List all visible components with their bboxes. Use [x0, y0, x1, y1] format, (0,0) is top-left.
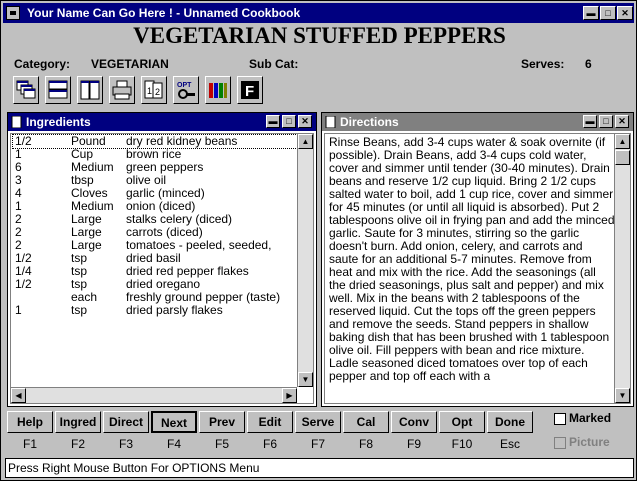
- function-key-label: F9: [406, 437, 421, 451]
- scroll-left-icon[interactable]: ◀: [11, 388, 26, 403]
- tile-horizontal-icon: [48, 80, 68, 99]
- category-value: VEGETARIAN: [91, 57, 169, 71]
- category-label: Category:: [14, 57, 71, 71]
- font-icon: F: [241, 81, 259, 100]
- status-bar: Press Right Mouse Button For OPTIONS Men…: [5, 458, 634, 478]
- prev-button[interactable]: Prev: [199, 411, 245, 433]
- print-icon: [112, 80, 132, 100]
- edit-button[interactable]: Edit: [247, 411, 293, 433]
- tile-vertical-button[interactable]: [77, 76, 103, 104]
- options-icon-label: OPT: [177, 82, 192, 89]
- ingredient-amount: 1/2: [15, 277, 32, 291]
- function-key-label: F3: [118, 437, 133, 451]
- function-key-label: F1: [22, 437, 37, 451]
- recipe-title: VEGETARIAN STUFFED PEPPERS: [133, 23, 506, 48]
- opt-button[interactable]: Opt: [439, 411, 485, 433]
- print-button[interactable]: [109, 76, 135, 104]
- tile-vertical-icon: [80, 80, 100, 100]
- serves-label: Serves:: [521, 57, 565, 71]
- function-key-label: F8: [358, 437, 373, 451]
- ingredients-title: Ingredients: [26, 115, 91, 129]
- scroll-up-icon[interactable]: ▲: [298, 134, 313, 149]
- window-title: Your Name Can Go Here ! - Unnamed Cookbo…: [27, 6, 301, 20]
- ingredient-unit: tsp: [71, 303, 88, 317]
- cascade-icon: [16, 80, 36, 99]
- options-icon: OPT: [177, 82, 195, 99]
- system-menu-icon[interactable]: [6, 6, 20, 20]
- ingredients-list[interactable]: 1/2 Pound dry red kidney beans 1 Cup brown ri…: [10, 133, 314, 404]
- main-window: Your Name Can Go Here ! - Unnamed Cookbo…: [0, 0, 637, 481]
- picture-checkbox[interactable]: [554, 437, 566, 449]
- cascade-button[interactable]: [13, 76, 39, 104]
- directions-vertical-scrollbar[interactable]: ▲ ▼: [614, 134, 630, 403]
- function-key-label: F4: [166, 437, 181, 451]
- directions-minimize-button[interactable]: ▬: [583, 115, 597, 128]
- ingredients-pane: Ingredients ▬ □ ✕ 1/2 Pound dry red kidney…: [7, 112, 317, 407]
- function-key-label: F10: [451, 437, 473, 451]
- ingredient-name: dried parsly flakes: [126, 303, 223, 317]
- crayons-icon: [209, 83, 227, 98]
- ingredient-row[interactable]: 1 tsp dried parsly flakes: [13, 304, 299, 317]
- marked-label: Marked: [569, 411, 612, 425]
- ingredients-minimize-button[interactable]: ▬: [266, 115, 280, 128]
- svg-text:2: 2: [155, 87, 160, 97]
- number-button[interactable]: 1 2: [141, 76, 167, 104]
- directions-text-area[interactable]: Rinse Beans, add 3-4 cups water & soak o…: [324, 133, 631, 404]
- picture-label: Picture: [569, 435, 610, 449]
- maximize-button[interactable]: □: [600, 6, 616, 20]
- subcat-label: Sub Cat:: [249, 57, 299, 71]
- function-key-label: F2: [70, 437, 85, 451]
- done-button[interactable]: Done: [487, 411, 533, 433]
- function-key-label: F6: [262, 437, 277, 451]
- ingredients-vertical-scrollbar[interactable]: ▲ ▼: [297, 134, 313, 387]
- function-key-label: F7: [310, 437, 325, 451]
- direct-button[interactable]: Direct: [103, 411, 149, 433]
- conv-button[interactable]: Conv: [391, 411, 437, 433]
- directions-pane: Directions ▬ □ ✕ Rinse Beans, add 3-4 cu…: [321, 112, 634, 407]
- scroll-right-icon[interactable]: ▶: [282, 388, 297, 403]
- ingredients-maximize-button[interactable]: □: [282, 115, 296, 128]
- ingredients-close-button[interactable]: ✕: [298, 115, 312, 128]
- document-icon: [11, 116, 22, 128]
- serve-button[interactable]: Serve: [295, 411, 341, 433]
- directions-title: Directions: [340, 115, 399, 129]
- help-button[interactable]: Help: [7, 411, 53, 433]
- svg-text:1: 1: [147, 86, 152, 96]
- cal-button[interactable]: Cal: [343, 411, 389, 433]
- scroll-thumb[interactable]: [615, 150, 630, 165]
- scroll-down-icon[interactable]: ▼: [298, 372, 313, 387]
- directions-maximize-button[interactable]: □: [599, 115, 613, 128]
- scroll-up-icon[interactable]: ▲: [615, 134, 630, 149]
- ingred-button[interactable]: Ingred: [55, 411, 101, 433]
- directions-title-bar[interactable]: Directions ▬ □ ✕: [322, 113, 633, 131]
- close-button[interactable]: ✕: [617, 6, 633, 20]
- next-button[interactable]: Next: [151, 411, 197, 433]
- colors-button[interactable]: [205, 76, 231, 104]
- options-button[interactable]: OPT: [173, 76, 199, 104]
- directions-close-button[interactable]: ✕: [615, 115, 629, 128]
- document-icon: [325, 116, 336, 128]
- ingredient-amount: 1: [15, 303, 22, 317]
- directions-text: Rinse Beans, add 3-4 cups water & soak o…: [329, 135, 615, 383]
- font-button[interactable]: F: [237, 76, 263, 104]
- function-key-label: Esc: [499, 437, 520, 451]
- function-key-label: F5: [214, 437, 229, 451]
- serves-value: 6: [585, 57, 592, 71]
- svg-text:F: F: [245, 83, 254, 100]
- marked-checkbox[interactable]: [554, 413, 566, 425]
- ingredients-title-bar[interactable]: Ingredients ▬ □ ✕: [8, 113, 316, 131]
- minimize-button[interactable]: ▬: [583, 6, 599, 20]
- scroll-down-icon[interactable]: ▼: [615, 388, 630, 403]
- number-icon: 1 2: [144, 80, 163, 99]
- tile-horizontal-button[interactable]: [45, 76, 71, 104]
- ingredients-horizontal-scrollbar[interactable]: ◀ ▶: [11, 387, 297, 403]
- title-bar[interactable]: Your Name Can Go Here ! - Unnamed Cookbo…: [3, 3, 634, 23]
